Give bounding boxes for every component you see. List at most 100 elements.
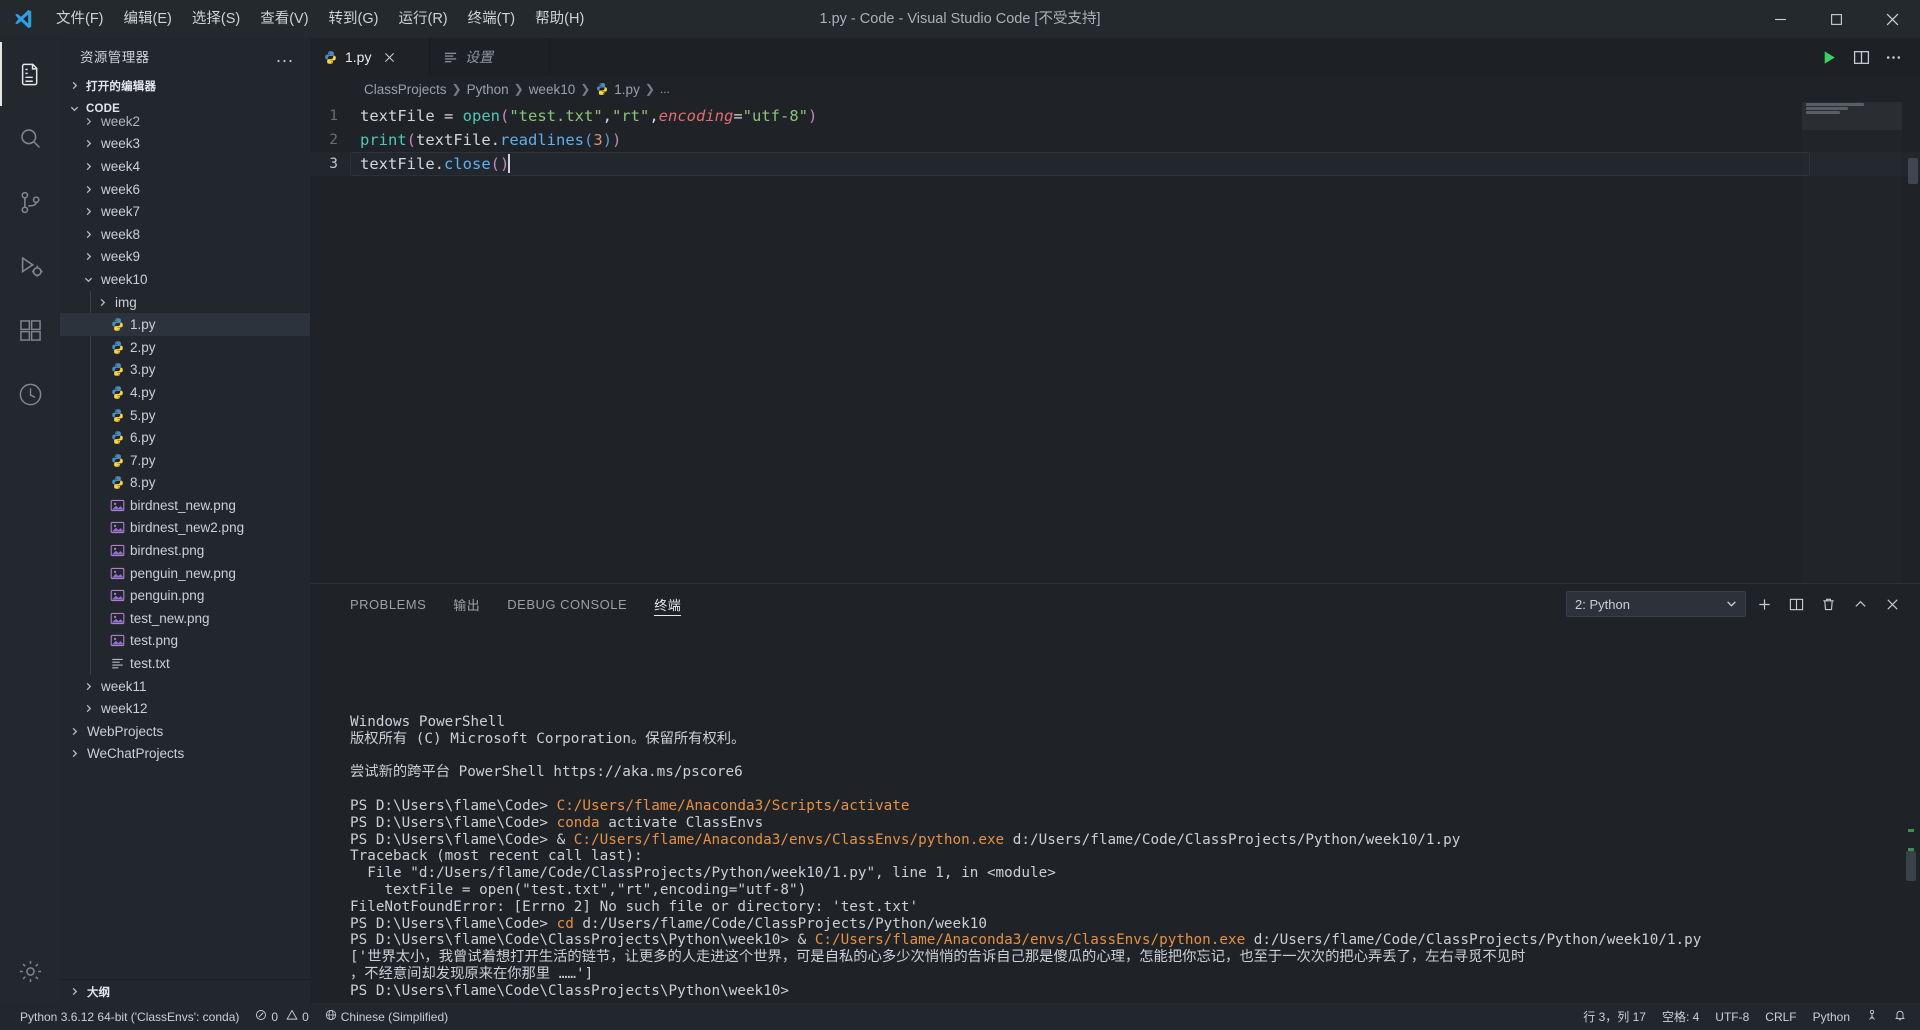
tree-file-row[interactable]: birdnest.png (60, 539, 310, 562)
status-eol[interactable]: CRLF (1757, 1003, 1804, 1030)
editor-vertical-scrollbar[interactable] (1902, 102, 1920, 583)
kill-terminal-trash-icon[interactable] (1814, 589, 1842, 619)
status-encoding[interactable]: UTF-8 (1707, 1003, 1757, 1030)
menu-select[interactable]: 选择(S) (182, 0, 250, 38)
terminal-text: Traceback (most recent call last): (350, 848, 643, 865)
panel-tab-terminal[interactable]: 终端 (654, 584, 682, 624)
activity-search[interactable] (0, 106, 60, 170)
activity-source-control[interactable] (0, 170, 60, 234)
terminal-scrollbar[interactable] (1906, 624, 1916, 1003)
panel-tab-debug-console[interactable]: DEBUG CONSOLE (507, 584, 627, 624)
status-indentation[interactable]: 空格: 4 (1654, 1003, 1707, 1030)
breadcrumb-item-3[interactable]: 1.py (614, 82, 640, 97)
code-line-1[interactable]: 1 textFile = open("test.txt","rt",encodi… (310, 104, 1920, 128)
menu-terminal[interactable]: 终端(T) (458, 0, 526, 38)
status-problems[interactable]: 0 0 (247, 1003, 316, 1030)
tree-file-row[interactable]: 8.py (60, 472, 310, 495)
tree-file-row[interactable]: 2.py (60, 336, 310, 359)
tree-file-row[interactable]: test.txt (60, 652, 310, 675)
image-file-icon (108, 588, 126, 603)
activity-extensions[interactable] (0, 298, 60, 362)
tree-file-row[interactable]: test_new.png (60, 607, 310, 630)
code-token-method: readlines (500, 131, 585, 149)
outline-section[interactable]: 大纲 (60, 979, 310, 1003)
split-terminal-button[interactable] (1782, 589, 1810, 619)
tab-close-icon[interactable] (384, 52, 395, 63)
code-content[interactable]: 1 textFile = open("test.txt","rt",encodi… (310, 102, 1920, 176)
breadcrumb[interactable]: ClassProjects ❯ Python ❯ week10 ❯ 1.py ❯… (310, 76, 1920, 102)
status-language-mode[interactable]: Python (1805, 1003, 1858, 1030)
menu-edit[interactable]: 编辑(E) (114, 0, 182, 38)
chevron-right-icon (66, 987, 82, 996)
maximize-panel-chevron-up-icon[interactable] (1846, 589, 1874, 619)
new-terminal-button[interactable] (1750, 589, 1778, 619)
tree-folder-row[interactable]: week7 (60, 200, 310, 223)
terminal-output[interactable]: Windows PowerShell 版权所有 (C) Microsoft Cor… (310, 624, 1920, 1003)
tree-folder-row[interactable]: week6 (60, 178, 310, 201)
tree-file-row[interactable]: penguin.png (60, 584, 310, 607)
breadcrumb-item-2[interactable]: week10 (529, 82, 576, 97)
menu-run[interactable]: 运行(R) (388, 0, 457, 38)
close-button[interactable] (1864, 0, 1920, 38)
tree-file-row[interactable]: 7.py (60, 449, 310, 472)
terminal-selector-dropdown[interactable]: 2: Python (1566, 591, 1746, 617)
tree-folder-row[interactable]: WeChatProjects (60, 743, 310, 762)
tree-folder-row[interactable]: week9 (60, 246, 310, 269)
status-cursor-position[interactable]: 行 3，列 17 (1575, 1003, 1654, 1030)
code-editor[interactable]: 1 textFile = open("test.txt","rt",encodi… (310, 102, 1920, 583)
tree-file-row[interactable]: test.png (60, 630, 310, 653)
editor-more-actions-icon[interactable] (1878, 38, 1908, 76)
code-line-2[interactable]: 2 print(textFile.readlines(3)) (310, 128, 1920, 152)
split-editor-button[interactable] (1846, 38, 1876, 76)
activity-explorer[interactable] (0, 42, 60, 106)
menu-go[interactable]: 转到(G) (319, 0, 389, 38)
activity-testing[interactable] (0, 362, 60, 426)
menu-file[interactable]: 文件(F) (46, 0, 114, 38)
menu-help[interactable]: 帮助(H) (525, 0, 594, 38)
tree-file-row[interactable]: 4.py (60, 381, 310, 404)
breadcrumb-item-0[interactable]: ClassProjects (364, 82, 447, 97)
tab-1-py[interactable]: 1.py (310, 38, 430, 76)
status-ime-language[interactable]: Chinese (Simplified) (317, 1003, 456, 1030)
tree-folder-row[interactable]: WebProjects (60, 720, 310, 743)
tree-folder-row[interactable]: week2 (60, 110, 310, 133)
panel-tab-problems[interactable]: PROBLEMS (350, 584, 426, 624)
tree-folder-row[interactable]: week10 (60, 268, 310, 291)
file-tree[interactable]: 打开的编辑器 CODE week2 week3 week4 week6 week7 wee… (60, 74, 310, 979)
sidebar-more-actions-icon[interactable]: ... (268, 47, 302, 65)
scrollbar-thumb[interactable] (1906, 851, 1916, 882)
tree-file-row[interactable]: birdnest_new.png (60, 494, 310, 517)
tree-file-row[interactable]: 5.py (60, 404, 310, 427)
scrollbar-thumb[interactable] (1908, 158, 1918, 184)
terminal-text: PS D:\Users\flame\Code\ClassProjects\Pyt… (350, 982, 789, 999)
tree-file-row[interactable]: 6.py (60, 426, 310, 449)
tree-file-row[interactable]: penguin_new.png (60, 562, 310, 585)
code-line-3[interactable]: 3 textFile.close() (310, 152, 1920, 176)
run-python-file-button[interactable] (1814, 38, 1844, 76)
activity-manage-gear-icon[interactable] (0, 939, 60, 1003)
maximize-button[interactable] (1808, 0, 1864, 38)
tab-settings[interactable]: 设置 (430, 38, 550, 76)
menu-view[interactable]: 查看(V) (250, 0, 318, 38)
tree-folder-row[interactable]: week8 (60, 223, 310, 246)
close-panel-icon[interactable] (1878, 589, 1906, 619)
tree-folder-row[interactable]: week4 (60, 155, 310, 178)
minimize-button[interactable] (1752, 0, 1808, 38)
open-editors-section[interactable]: 打开的编辑器 (60, 74, 310, 97)
breadcrumb-item-1[interactable]: Python (467, 82, 509, 97)
tree-file-row[interactable]: 1.py (60, 313, 310, 336)
status-notifications[interactable] (1886, 1003, 1914, 1030)
tree-folder-row[interactable]: img (60, 291, 310, 314)
tree-folder-row[interactable]: week11 (60, 675, 310, 698)
breadcrumb-item-4[interactable]: ... (660, 82, 670, 96)
tree-folder-row[interactable]: week3 (60, 133, 310, 156)
status-python-interpreter[interactable]: Python 3.6.12 64-bit ('ClassEnvs': conda… (12, 1003, 247, 1030)
status-live-share[interactable] (1858, 1003, 1886, 1030)
panel-tab-output[interactable]: 输出 (453, 584, 480, 624)
minimap[interactable] (1802, 102, 1902, 583)
tree-file-row[interactable]: birdnest_new2.png (60, 517, 310, 540)
tree-folder-row[interactable]: week12 (60, 697, 310, 720)
tree-file-row[interactable]: 3.py (60, 359, 310, 382)
activity-run-debug[interactable] (0, 234, 60, 298)
